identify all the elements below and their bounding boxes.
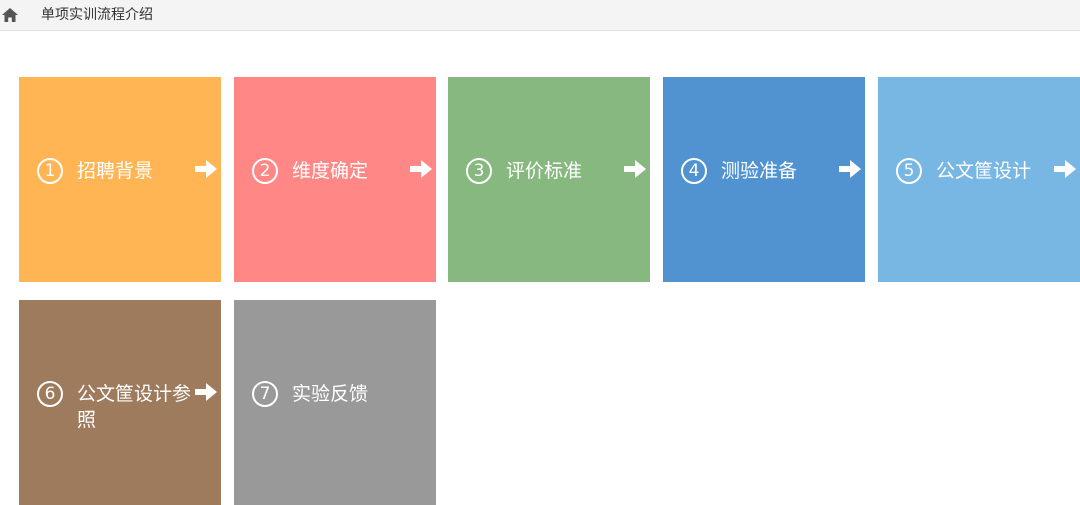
step-number: 4 <box>681 158 707 184</box>
arrow-right-icon <box>839 160 861 178</box>
step-label: 测验准备 <box>721 160 798 182</box>
step-tile-7[interactable]: 7 实验反馈 <box>234 300 436 505</box>
step-label: 公文筐设计参照 <box>77 383 192 431</box>
step-label: 维度确定 <box>292 160 369 182</box>
arrow-right-icon <box>195 383 217 401</box>
arrow-right-icon <box>1054 160 1076 178</box>
step-label: 招聘背景 <box>77 160 154 182</box>
arrow-right-icon <box>624 160 646 178</box>
step-tile-1[interactable]: 1 招聘背景 <box>19 77 221 282</box>
step-tile-6[interactable]: 6 公文筐设计参照 <box>19 300 221 505</box>
step-label: 评价标准 <box>506 160 583 182</box>
step-tile-2[interactable]: 2 维度确定 <box>234 77 436 282</box>
page-title: 单项实训流程介绍 <box>41 7 153 23</box>
step-tile-3[interactable]: 3 评价标准 <box>448 77 650 282</box>
step-tile-5[interactable]: 5 公文筐设计 <box>878 77 1080 282</box>
step-number: 3 <box>466 158 492 184</box>
step-number: 1 <box>37 158 63 184</box>
home-icon[interactable] <box>2 8 18 22</box>
step-number: 7 <box>252 381 278 407</box>
arrow-right-icon <box>410 160 432 178</box>
breadcrumb-bar: 单项实训流程介绍 <box>0 0 1080 31</box>
step-label: 实验反馈 <box>292 383 369 405</box>
step-tile-4[interactable]: 4 测验准备 <box>663 77 865 282</box>
step-number: 6 <box>37 381 63 407</box>
step-number: 5 <box>896 158 922 184</box>
arrow-right-icon <box>195 160 217 178</box>
step-number: 2 <box>252 158 278 184</box>
step-label: 公文筐设计 <box>936 160 1032 182</box>
